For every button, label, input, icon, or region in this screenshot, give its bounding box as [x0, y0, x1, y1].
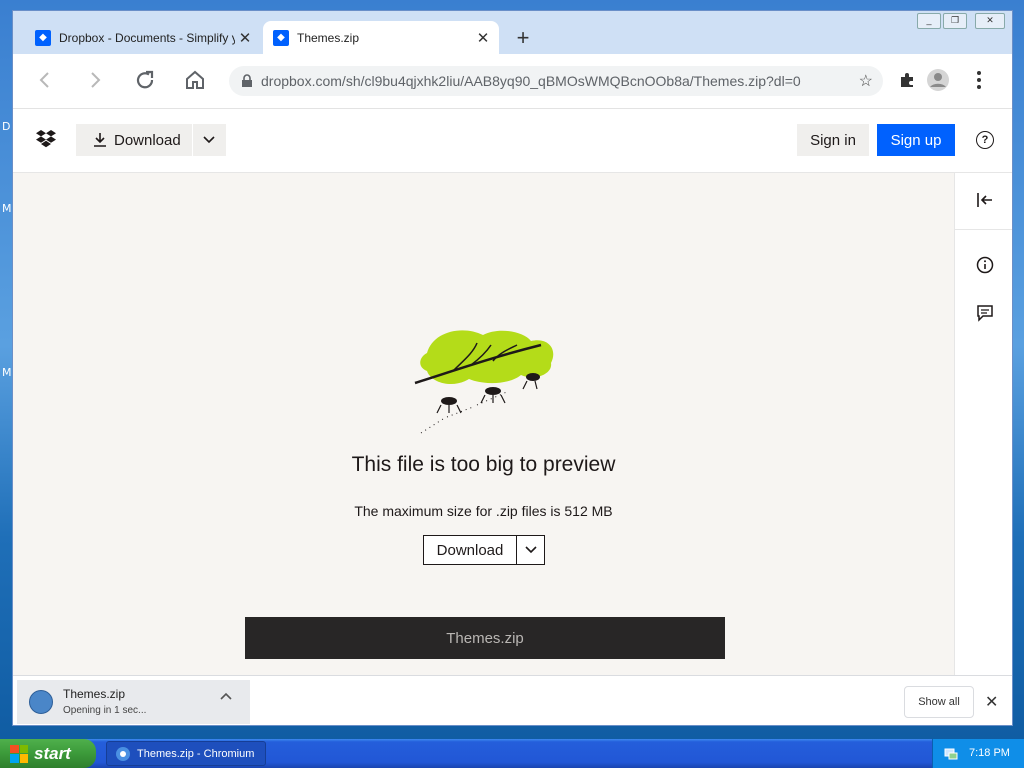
more-vert-icon: [977, 71, 981, 89]
sign-in-button[interactable]: Sign in: [797, 124, 869, 156]
info-button[interactable]: [974, 254, 996, 276]
home-icon: [186, 70, 204, 89]
dropbox-logo-icon[interactable]: [35, 130, 57, 150]
home-button[interactable]: [179, 64, 211, 96]
reload-icon: [136, 70, 154, 89]
header-download-label: Download: [114, 131, 181, 149]
tab-themes-zip[interactable]: ◆ Themes.zip ✕: [263, 21, 499, 54]
right-rail: [954, 173, 1012, 675]
tab-strip: ◆ Dropbox - Documents - Simplify your ✕ …: [13, 11, 1012, 54]
tab-close-icon[interactable]: ✕: [473, 29, 493, 47]
preview-download-button[interactable]: Download: [424, 536, 517, 564]
tab-title: Themes.zip: [297, 30, 360, 45]
bookmark-star-icon[interactable]: ☆: [859, 71, 873, 91]
taskbar-item-label: Themes.zip - Chromium: [137, 747, 255, 760]
forward-arrow-icon: [91, 72, 101, 88]
desktop-icon-label: M: [2, 202, 12, 215]
address-bar[interactable]: dropbox.com/sh/cl9bu4qjxhk2liu/AAB8yq90_…: [229, 66, 883, 96]
clock: 7:18 PM: [969, 747, 1010, 759]
too-big-title: This file is too big to preview: [351, 453, 616, 476]
header-download-dropdown[interactable]: [193, 124, 225, 156]
network-icon[interactable]: [943, 745, 959, 761]
restore-button[interactable]: ❐: [943, 13, 967, 29]
collapse-sidebar-button[interactable]: [974, 189, 996, 211]
filename-bar: Themes.zip: [245, 617, 725, 659]
leaf-ants-illustration: [414, 330, 554, 434]
close-shelf-icon[interactable]: ✕: [985, 692, 998, 712]
comments-button[interactable]: [974, 302, 996, 324]
minimize-button[interactable]: _: [917, 13, 941, 29]
preview-download-dropdown[interactable]: [517, 536, 544, 564]
preview-area: This file is too big to preview The maxi…: [13, 173, 954, 675]
info-icon: [976, 256, 994, 274]
profile-button[interactable]: [922, 64, 954, 96]
window-close-button[interactable]: ✕: [975, 13, 1005, 29]
tab-dropbox-documents[interactable]: ◆ Dropbox - Documents - Simplify your ✕: [25, 21, 261, 54]
sign-up-button[interactable]: Sign up: [877, 124, 955, 156]
show-all-button[interactable]: Show all: [904, 686, 974, 718]
chevron-up-icon[interactable]: [220, 692, 232, 700]
lock-icon: [242, 74, 252, 87]
dropbox-favicon-icon: ◆: [35, 29, 51, 46]
menu-button[interactable]: [963, 64, 995, 96]
comment-icon: [977, 305, 993, 322]
download-shelf: Themes.zip Opening in 1 sec... Show all …: [13, 675, 1012, 725]
url-text: dropbox.com/sh/cl9bu4qjxhk2liu/AAB8yq90_…: [261, 73, 801, 89]
forward-button[interactable]: [79, 64, 111, 96]
dropbox-header: Download Sign in Sign up ?: [13, 109, 1012, 173]
start-button[interactable]: start: [0, 739, 96, 768]
max-size-note: The maximum size for .zip files is 512 M…: [354, 503, 613, 519]
download-file-name: Themes.zip: [63, 687, 126, 701]
header-download-button-group: Download: [76, 124, 226, 156]
taskbar: start Themes.zip - Chromium 7:18 PM: [0, 739, 1024, 768]
puzzle-icon: [901, 73, 913, 87]
header-download-button[interactable]: Download: [76, 124, 193, 156]
back-arrow-icon: [39, 72, 49, 88]
chevron-down-icon: [203, 136, 215, 144]
back-button[interactable]: [29, 64, 61, 96]
new-tab-button[interactable]: +: [511, 25, 535, 51]
tab-title: Dropbox - Documents - Simplify your: [59, 30, 235, 45]
windows-logo-icon: [10, 744, 28, 763]
system-tray: 7:18 PM: [932, 739, 1024, 768]
avatar-icon: [927, 69, 949, 91]
download-icon: [94, 133, 106, 147]
browser-window: ◆ Dropbox - Documents - Simplify your ✕ …: [12, 10, 1013, 726]
preview-download-button-group: Download: [423, 535, 545, 565]
download-status: Opening in 1 sec...: [63, 705, 147, 716]
browser-toolbar: dropbox.com/sh/cl9bu4qjxhk2liu/AAB8yq90_…: [13, 54, 1012, 109]
help-icon[interactable]: ?: [976, 131, 994, 149]
reload-button[interactable]: [129, 64, 161, 96]
extensions-button[interactable]: [891, 64, 923, 96]
zip-file-icon: [29, 690, 53, 714]
collapse-left-icon: [977, 193, 992, 207]
dropbox-favicon-icon: ◆: [273, 29, 289, 46]
download-item[interactable]: Themes.zip Opening in 1 sec...: [17, 680, 250, 724]
desktop-icon-label: M: [2, 366, 12, 379]
start-label: start: [34, 743, 71, 763]
tab-close-icon[interactable]: ✕: [235, 29, 255, 47]
chevron-down-icon: [524, 546, 537, 554]
taskbar-item-chromium[interactable]: Themes.zip - Chromium: [106, 741, 266, 766]
desktop-icon-label: D: [2, 120, 11, 133]
chromium-icon: [116, 746, 130, 761]
